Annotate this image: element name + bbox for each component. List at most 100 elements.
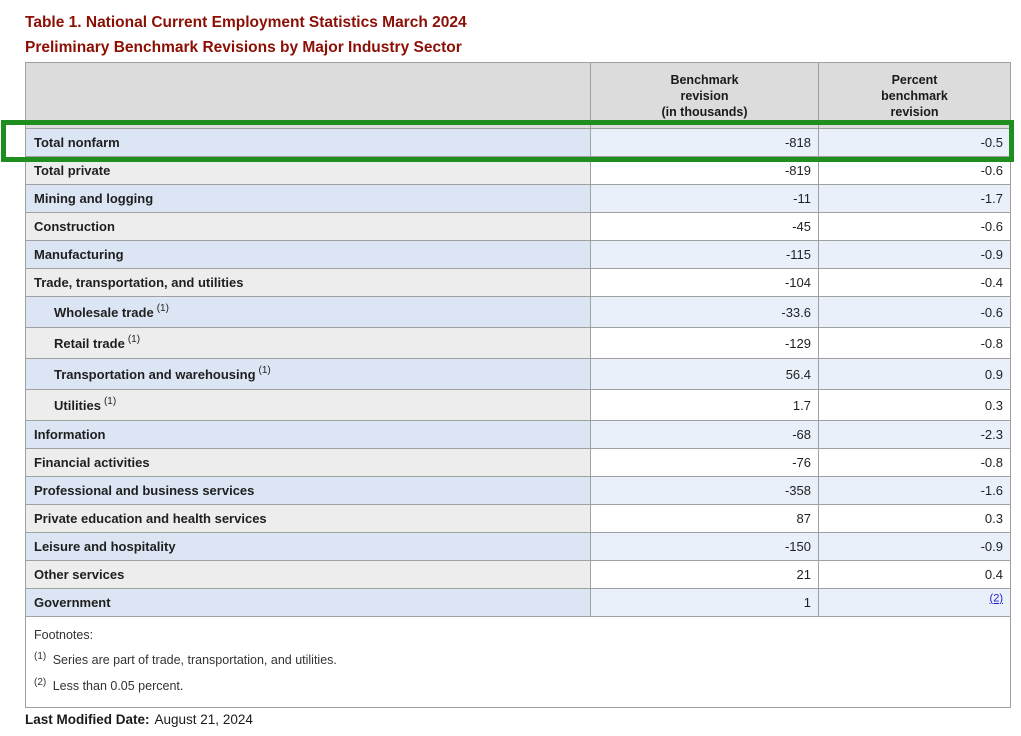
page-title-line1: Table 1. National Current Employment Sta… — [25, 10, 467, 35]
footnote-ref: (1) — [157, 303, 169, 314]
table-row: Total private -819 -0.6 — [26, 157, 1011, 185]
header-line: (in thousands) — [592, 104, 817, 120]
row-label: Leisure and hospitality — [34, 539, 176, 554]
benchmark-revision-value: -11 — [591, 185, 819, 213]
page-title-line2: Preliminary Benchmark Revisions by Major… — [25, 35, 467, 60]
percent-revision-value: 0.3 — [819, 505, 1011, 533]
row-label: Financial activities — [34, 455, 150, 470]
row-label: Manufacturing — [34, 247, 124, 262]
row-label: Construction — [34, 219, 115, 234]
benchmark-revision-value: -358 — [591, 477, 819, 505]
percent-revision-value: -0.5 — [819, 129, 1011, 157]
footnote-ref: (1) — [259, 365, 271, 376]
footnote-ref: (1) — [104, 396, 116, 407]
table-row: Private education and health services 87… — [26, 505, 1011, 533]
percent-revision-value: -0.6 — [819, 213, 1011, 241]
percent-revision-value: -1.7 — [819, 185, 1011, 213]
percent-revision-value: -0.9 — [819, 533, 1011, 561]
percent-revision-value: -0.9 — [819, 241, 1011, 269]
header-line: benchmark — [820, 88, 1009, 104]
header-line: Percent — [820, 72, 1009, 88]
footnote-item: (1) Series are part of trade, transporta… — [34, 647, 1002, 673]
last-modified-value: August 21, 2024 — [155, 712, 253, 727]
percent-revision-value: -0.8 — [819, 449, 1011, 477]
benchmark-revision-value: 1.7 — [591, 390, 819, 421]
table-row: Construction -45 -0.6 — [26, 213, 1011, 241]
benchmark-revision-value: -115 — [591, 241, 819, 269]
percent-revision-value: -0.6 — [819, 157, 1011, 185]
row-label: Professional and business services — [34, 483, 254, 498]
footnotes-list: (1) Series are part of trade, transporta… — [34, 647, 1002, 699]
last-modified-label: Last Modified Date: — [25, 712, 150, 727]
header-benchmark-revision: Benchmark revision (in thousands) — [591, 63, 819, 129]
footnote-ref: (1) — [128, 334, 140, 345]
table-row: Total nonfarm -818 -0.5 — [26, 129, 1011, 157]
percent-revision-value: 0.3 — [819, 390, 1011, 421]
last-modified: Last Modified Date: August 21, 2024 — [25, 712, 253, 727]
benchmark-revision-value: -104 — [591, 269, 819, 297]
row-label: Government — [34, 595, 111, 610]
table-row: Professional and business services -358 … — [26, 477, 1011, 505]
row-label: Total nonfarm — [34, 135, 120, 150]
row-label: Transportation and warehousing — [54, 367, 256, 382]
footnotes-row: Footnotes: (1) Series are part of trade,… — [26, 617, 1011, 708]
header-line: revision — [820, 104, 1009, 120]
benchmark-revision-value: -45 — [591, 213, 819, 241]
benchmark-revision-value: 56.4 — [591, 359, 819, 390]
header-line: Benchmark — [592, 72, 817, 88]
benchmark-revision-value: -76 — [591, 449, 819, 477]
row-label: Mining and logging — [34, 191, 153, 206]
benchmark-revision-value: -818 — [591, 129, 819, 157]
table-row: Transportation and warehousing(1) 56.4 0… — [26, 359, 1011, 390]
table-row: Mining and logging -11 -1.7 — [26, 185, 1011, 213]
row-label: Information — [34, 427, 106, 442]
header-line: revision — [592, 88, 817, 104]
table-header: Benchmark revision (in thousands) Percen… — [26, 63, 1011, 129]
page: Table 1. National Current Employment Sta… — [0, 0, 1021, 736]
percent-revision-value: (2) — [819, 589, 1011, 617]
table-row: Wholesale trade(1) -33.6 -0.6 — [26, 297, 1011, 328]
row-label: Wholesale trade — [54, 305, 154, 320]
benchmark-revision-value: -129 — [591, 328, 819, 359]
header-industry — [26, 63, 591, 129]
footnote-item: (2) Less than 0.05 percent. — [34, 673, 1002, 699]
row-label: Total private — [34, 163, 110, 178]
row-label: Other services — [34, 567, 124, 582]
percent-revision-value: -0.6 — [819, 297, 1011, 328]
table-row: Trade, transportation, and utilities -10… — [26, 269, 1011, 297]
benchmark-revision-value: 21 — [591, 561, 819, 589]
table-row: Retail trade(1) -129 -0.8 — [26, 328, 1011, 359]
table-row: Government 1 (2) — [26, 589, 1011, 617]
footnote-link[interactable]: (2) — [990, 593, 1003, 605]
header-percent-benchmark-revision: Percent benchmark revision — [819, 63, 1011, 129]
benchmark-revision-value: -33.6 — [591, 297, 819, 328]
table-row: Information -68 -2.3 — [26, 421, 1011, 449]
benchmark-revision-value: 1 — [591, 589, 819, 617]
table-body: Total nonfarm -818 -0.5 Total private -8… — [26, 129, 1011, 617]
benchmark-revision-value: -68 — [591, 421, 819, 449]
percent-revision-value: -1.6 — [819, 477, 1011, 505]
benchmark-revision-value: 87 — [591, 505, 819, 533]
row-label: Trade, transportation, and utilities — [34, 275, 243, 290]
percent-revision-value: 0.9 — [819, 359, 1011, 390]
benchmark-revisions-table: Benchmark revision (in thousands) Percen… — [25, 62, 1011, 708]
benchmark-revision-value: -819 — [591, 157, 819, 185]
row-label: Retail trade — [54, 336, 125, 351]
footnote-marker: (2) — [34, 677, 46, 688]
page-title: Table 1. National Current Employment Sta… — [25, 10, 467, 60]
footnote-text: Series are part of trade, transportation… — [49, 653, 337, 667]
footnotes-label: Footnotes: — [34, 623, 1002, 647]
footnote-text: Less than 0.05 percent. — [49, 679, 183, 693]
percent-revision-value: -0.4 — [819, 269, 1011, 297]
table-row: Other services 21 0.4 — [26, 561, 1011, 589]
percent-revision-value: -0.8 — [819, 328, 1011, 359]
percent-revision-value: 0.4 — [819, 561, 1011, 589]
table-row: Utilities(1) 1.7 0.3 — [26, 390, 1011, 421]
row-label: Utilities — [54, 398, 101, 413]
benchmark-revision-value: -150 — [591, 533, 819, 561]
table-footnotes-section: Footnotes: (1) Series are part of trade,… — [26, 617, 1011, 708]
row-label: Private education and health services — [34, 511, 267, 526]
footnote-marker: (1) — [34, 651, 46, 662]
table-row: Financial activities -76 -0.8 — [26, 449, 1011, 477]
percent-revision-value: -2.3 — [819, 421, 1011, 449]
